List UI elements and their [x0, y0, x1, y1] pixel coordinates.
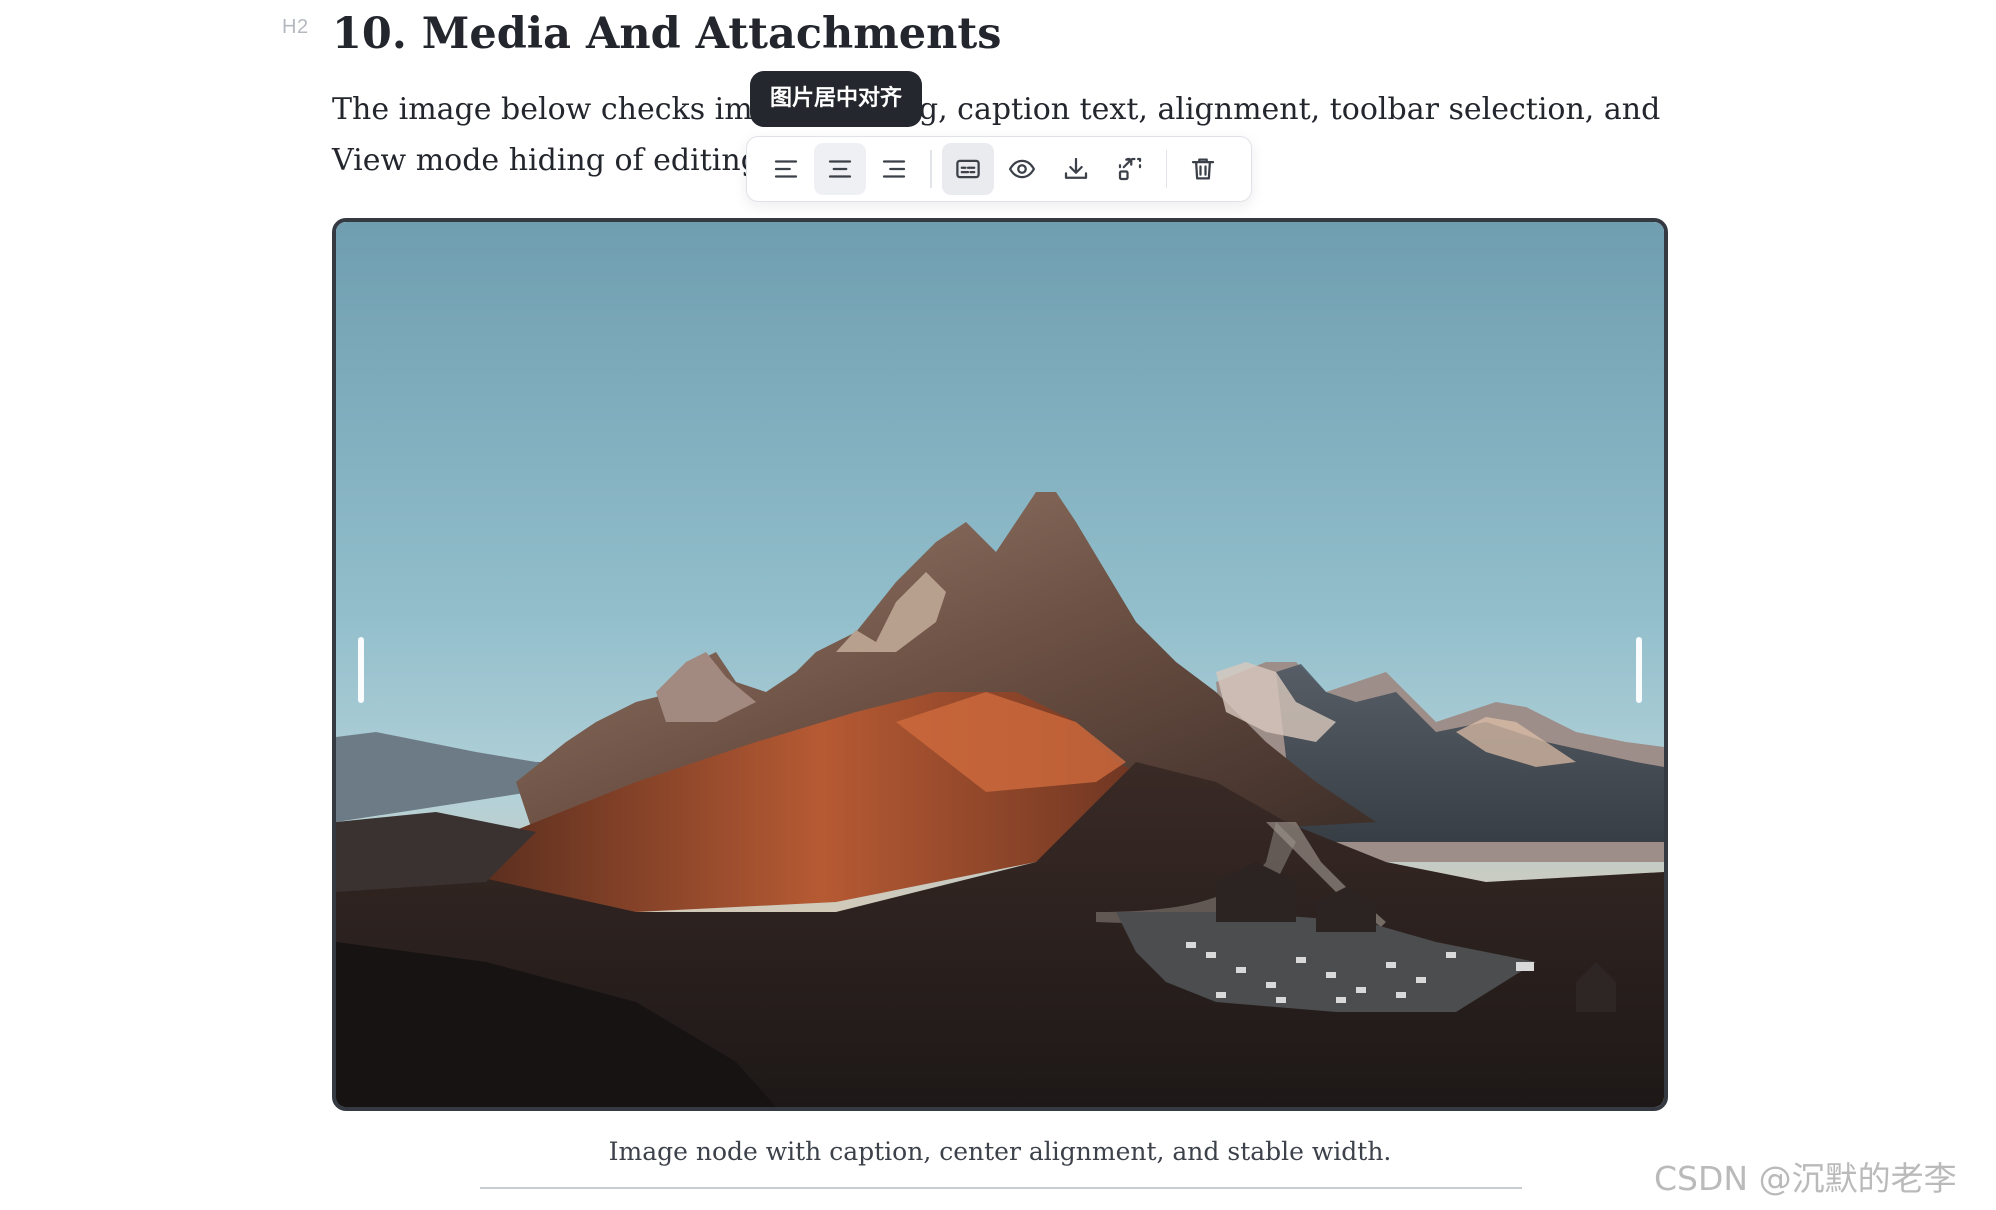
align-center-button[interactable] — [814, 143, 866, 195]
toolbar-separator — [1165, 150, 1167, 188]
align-right-icon — [882, 160, 906, 178]
trash-icon — [1191, 158, 1215, 180]
preview-button[interactable] — [996, 143, 1048, 195]
resize-handle-right[interactable] — [1636, 637, 1642, 703]
image-toolbar — [746, 136, 1252, 202]
caption-toggle-button[interactable] — [941, 143, 994, 195]
toolbar-tooltip: 图片居中对齐 — [750, 71, 923, 127]
align-left-button[interactable] — [760, 143, 812, 195]
image-caption[interactable]: Image node with caption, center alignmen… — [332, 1137, 1668, 1166]
toolbar-separator — [930, 150, 932, 188]
caption-underline — [480, 1187, 1522, 1189]
download-button[interactable] — [1050, 143, 1102, 195]
mountain-photo — [336, 222, 1664, 1107]
caption-icon — [955, 159, 980, 179]
delete-image-button[interactable] — [1177, 143, 1229, 195]
crop-resize-icon — [1118, 157, 1141, 181]
align-left-icon — [774, 160, 798, 178]
resize-handle-left[interactable] — [358, 637, 364, 703]
editor-page: H2 10. Media And Attachments The image b… — [0, 0, 1996, 1210]
align-center-icon — [828, 160, 852, 178]
resize-original-button[interactable] — [1104, 143, 1156, 195]
section-heading[interactable]: 10. Media And Attachments — [332, 4, 1001, 64]
eye-icon — [1008, 159, 1035, 179]
image-node[interactable] — [332, 218, 1668, 1111]
heading-level-tag: H2 — [282, 16, 309, 38]
watermark-text: CSDN @沉默的老李 — [1654, 1159, 1957, 1198]
align-right-button[interactable] — [868, 143, 920, 195]
download-icon — [1064, 157, 1087, 179]
